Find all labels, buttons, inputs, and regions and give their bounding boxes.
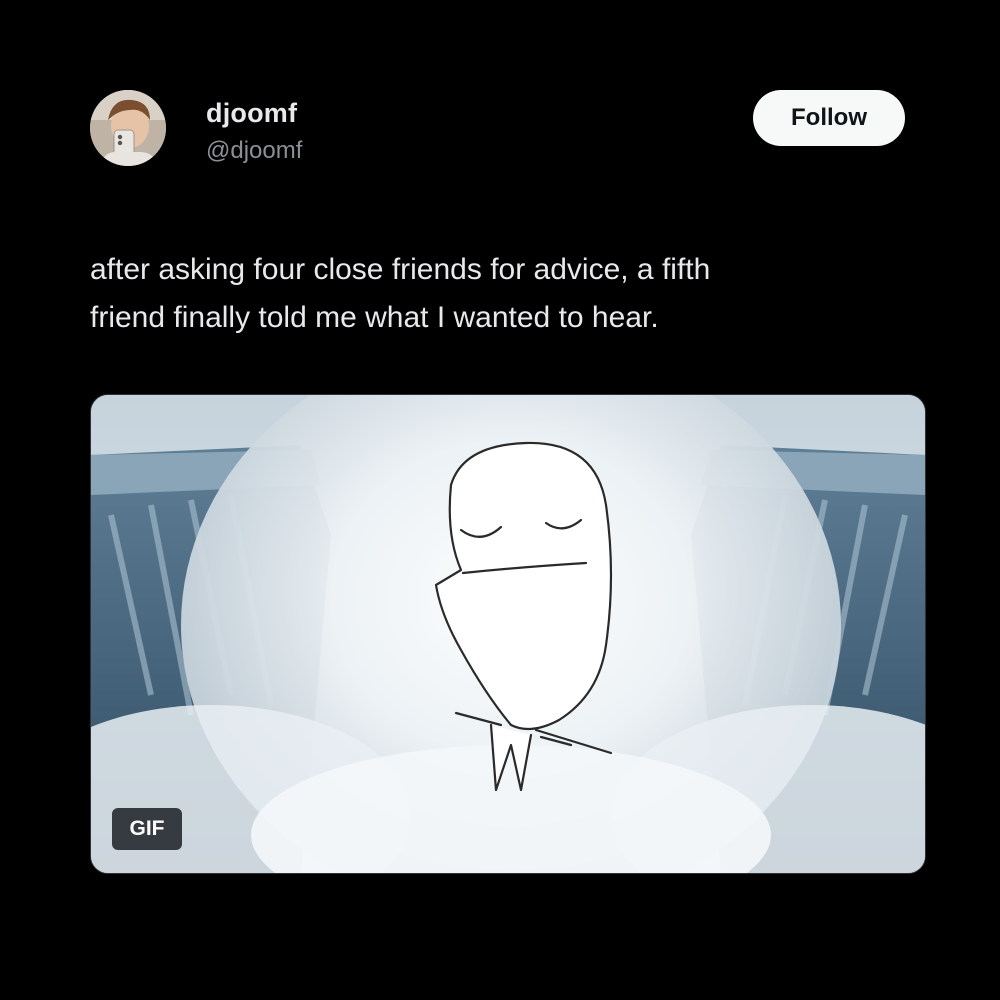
tweet-media-gif[interactable] [90, 394, 926, 874]
follow-button[interactable]: Follow [753, 90, 905, 146]
tweet-text-line-2: friend finally told me what I wanted to … [90, 301, 659, 334]
gif-badge: GIF [112, 808, 182, 850]
waterfall-doodle-character-icon [91, 395, 925, 873]
tweet-text: after asking four close friends for advi… [90, 246, 910, 342]
author-handle[interactable]: @djoomf [206, 137, 302, 165]
tweet-card: djoomf @djoomf Follow after asking four … [0, 0, 1000, 1000]
user-avatar-photo-icon [90, 90, 166, 166]
author-avatar[interactable] [90, 90, 166, 166]
author-display-name[interactable]: djoomf [206, 98, 297, 129]
tweet-text-line-1: after asking four close friends for advi… [90, 253, 711, 286]
